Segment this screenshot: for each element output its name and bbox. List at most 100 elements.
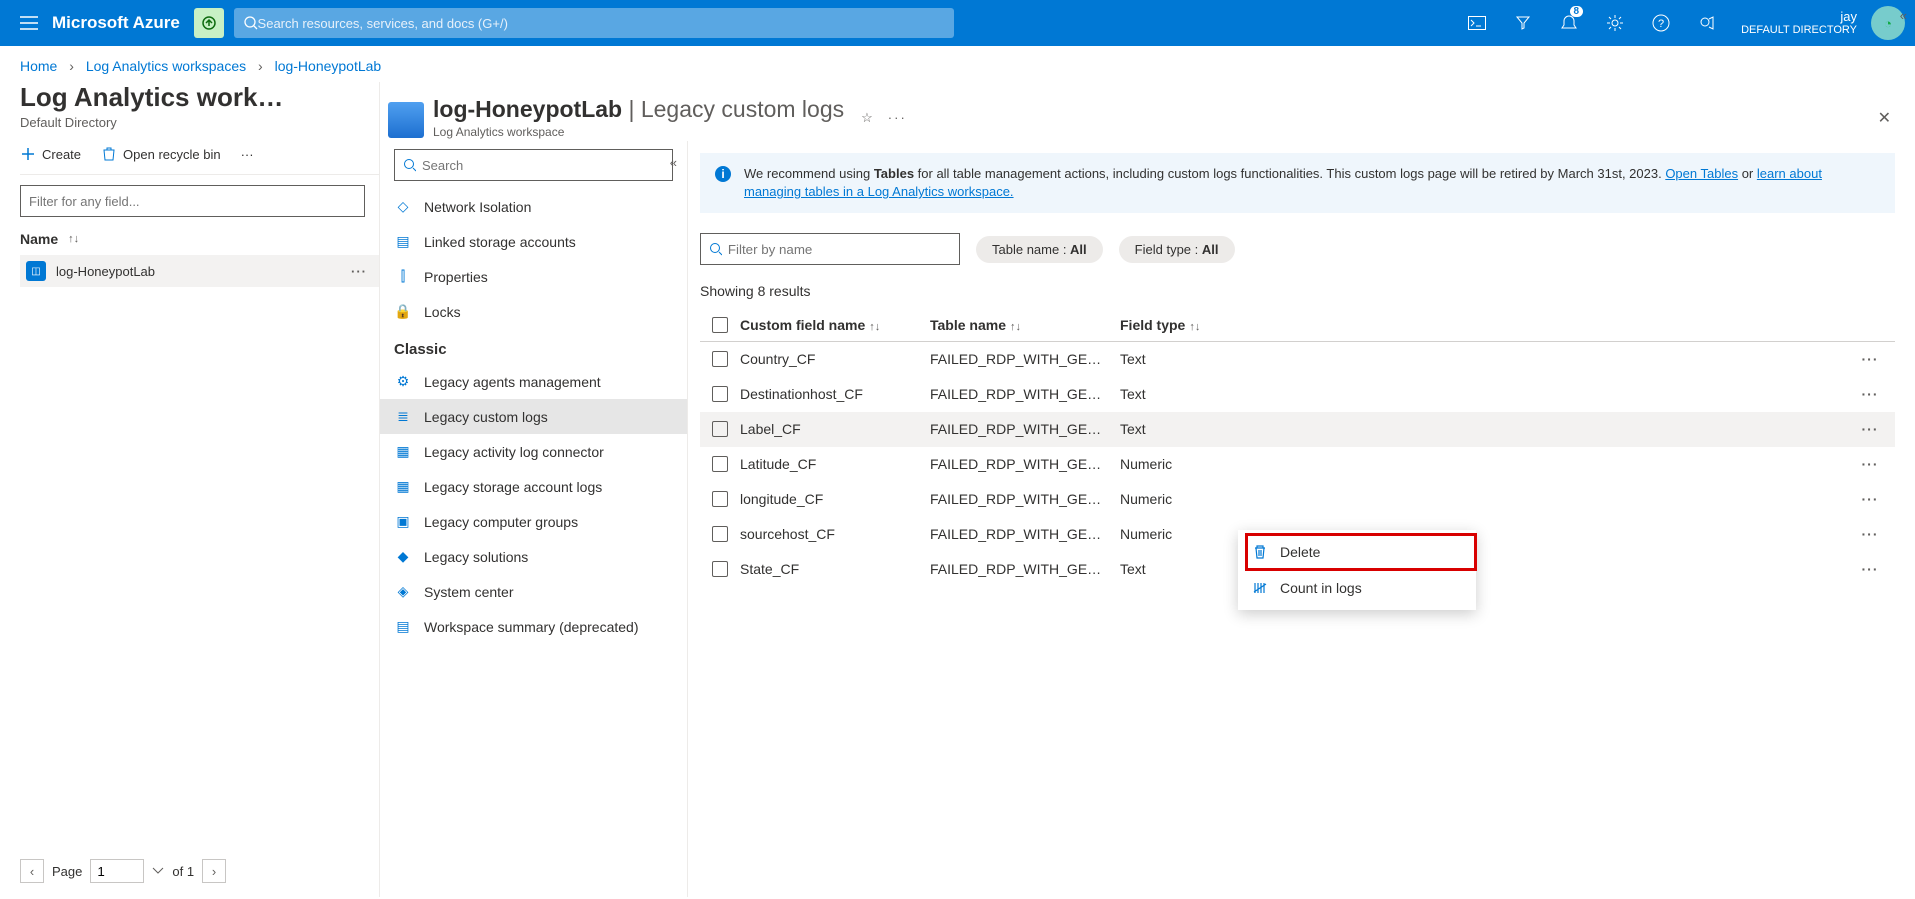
workspace-filter-input[interactable] — [20, 185, 365, 217]
hamburger-icon[interactable] — [10, 16, 48, 30]
username-label: jay — [1840, 10, 1857, 24]
nav-search[interactable] — [394, 149, 673, 181]
help-icon[interactable]: ? — [1641, 0, 1681, 46]
resource-nav-pane: « ◇Network Isolation▤Linked storage acco… — [380, 141, 688, 897]
col-custom-field[interactable]: Custom field name↑↓ — [740, 317, 930, 333]
workspaces-list-pane: Log Analytics work… « Default Directory … — [0, 82, 380, 897]
nav-icon: ▣ — [394, 513, 412, 530]
pager: ‹ Page of 1 › — [20, 845, 379, 897]
top-navbar: Microsoft Azure 8 ? jay DEFAULT DIRECTOR… — [0, 0, 1915, 46]
plus-icon — [20, 146, 36, 162]
breadcrumb-home[interactable]: Home — [20, 58, 57, 74]
account-menu[interactable]: jay DEFAULT DIRECTORY — [1733, 10, 1865, 36]
favorite-icon[interactable]: ☆ — [861, 110, 873, 126]
delete-menu-item[interactable]: Delete — [1238, 534, 1476, 570]
nav-item[interactable]: ▤Workspace summary (deprecated) — [380, 609, 687, 644]
nav-item[interactable]: 🔒Locks — [380, 294, 687, 329]
row-more-button[interactable]: ··· — [1845, 561, 1895, 577]
row-more-button[interactable]: ··· — [1845, 491, 1895, 507]
prev-page-button[interactable]: ‹ — [20, 859, 44, 883]
nav-item[interactable]: ◆Legacy solutions — [380, 539, 687, 574]
row-more-button[interactable]: ··· — [1845, 386, 1895, 402]
workspace-icon: ◫ — [26, 261, 46, 281]
row-checkbox[interactable] — [712, 561, 728, 577]
col-table-name[interactable]: Table name↑↓ — [930, 317, 1120, 333]
resource-type-label: Log Analytics workspace — [433, 125, 844, 139]
content-pane: i We recommend using Tables for all tabl… — [688, 141, 1915, 897]
row-checkbox[interactable] — [712, 386, 728, 402]
table-row[interactable]: Label_CF FAILED_RDP_WITH_GE… Text ··· — [700, 412, 1895, 447]
settings-icon[interactable] — [1595, 0, 1635, 46]
nav-icon: ▦ — [394, 443, 412, 460]
row-more-button[interactable]: ··· — [1845, 526, 1895, 542]
collapse-mid-icon[interactable]: « — [670, 155, 677, 170]
select-all-checkbox[interactable] — [712, 317, 728, 333]
search-icon — [244, 16, 258, 30]
nav-search-input[interactable] — [422, 158, 664, 173]
info-banner: i We recommend using Tables for all tabl… — [700, 153, 1895, 213]
nav-section-classic: Classic — [380, 329, 687, 364]
create-button[interactable]: Create — [20, 146, 81, 162]
nav-icon: ▦ — [394, 478, 412, 495]
table-name-filter[interactable]: Table name : All — [976, 236, 1103, 263]
global-search-input[interactable] — [258, 16, 944, 31]
row-checkbox[interactable] — [712, 526, 728, 542]
table-row[interactable]: Destinationhost_CF FAILED_RDP_WITH_GE… T… — [700, 377, 1895, 412]
table-row[interactable]: Country_CF FAILED_RDP_WITH_GE… Text ··· — [700, 342, 1895, 377]
field-type-filter[interactable]: Field type : All — [1119, 236, 1235, 263]
nav-icon: ▤ — [394, 618, 412, 635]
row-more-button[interactable]: ··· — [1845, 351, 1895, 367]
table-row[interactable]: longitude_CF FAILED_RDP_WITH_GE… Numeric… — [700, 482, 1895, 517]
search-icon — [709, 242, 722, 256]
nav-icon: ◆ — [394, 548, 412, 565]
nav-item[interactable]: ≣Legacy custom logs — [380, 399, 687, 434]
table-row[interactable]: Latitude_CF FAILED_RDP_WITH_GE… Numeric … — [700, 447, 1895, 482]
workspace-item[interactable]: ◫ log-HoneypotLab ··· — [20, 255, 379, 287]
blade-title: | Legacy custom logs — [622, 96, 844, 122]
nav-item[interactable]: ▣Legacy computer groups — [380, 504, 687, 539]
close-icon[interactable]: ✕ — [1878, 108, 1891, 128]
filter-by-name[interactable] — [700, 233, 960, 265]
copilot-icon[interactable] — [194, 8, 224, 38]
page-title: Log Analytics work… — [20, 82, 379, 113]
feedback-icon[interactable] — [1687, 0, 1727, 46]
blade-more-button[interactable]: ··· — [888, 110, 907, 125]
notifications-icon[interactable]: 8 — [1549, 0, 1589, 46]
col-field-type[interactable]: Field type↑↓ — [1120, 317, 1260, 333]
nav-item[interactable]: ▤Linked storage accounts — [380, 224, 687, 259]
name-column-header[interactable]: Name ↑↓ — [20, 231, 379, 247]
open-tables-link[interactable]: Open Tables — [1665, 166, 1738, 181]
breadcrumb-workspaces[interactable]: Log Analytics workspaces — [86, 58, 246, 74]
nav-icon: ≣ — [394, 408, 412, 425]
tally-icon — [1252, 580, 1270, 596]
row-checkbox[interactable] — [712, 351, 728, 367]
page-input[interactable] — [90, 859, 144, 883]
recycle-bin-button[interactable]: Open recycle bin — [101, 146, 221, 162]
nav-item[interactable]: ◇Network Isolation — [380, 189, 687, 224]
filter-by-name-input[interactable] — [728, 242, 951, 257]
resource-icon — [388, 102, 424, 138]
next-page-button[interactable]: › — [202, 859, 226, 883]
brand-label[interactable]: Microsoft Azure — [52, 13, 180, 33]
row-checkbox[interactable] — [712, 456, 728, 472]
nav-item[interactable]: ⚙Legacy agents management — [380, 364, 687, 399]
left-more-button[interactable]: ··· — [241, 147, 254, 162]
nav-item[interactable]: ⫿Properties — [380, 259, 687, 294]
nav-item[interactable]: ▦Legacy activity log connector — [380, 434, 687, 469]
cloudshell-icon[interactable] — [1457, 0, 1497, 46]
collapse-left-icon[interactable]: « — [1900, 8, 1907, 23]
chevron-down-icon[interactable] — [152, 867, 164, 875]
row-more-button[interactable]: ··· — [1845, 456, 1895, 472]
global-search[interactable] — [234, 8, 954, 38]
breadcrumb-current[interactable]: log-HoneypotLab — [275, 58, 382, 74]
workspace-item-more[interactable]: ··· — [351, 264, 373, 279]
row-checkbox[interactable] — [712, 421, 728, 437]
count-in-logs-menu-item[interactable]: Count in logs — [1238, 570, 1476, 606]
row-more-button[interactable]: ··· — [1845, 421, 1895, 437]
nav-item[interactable]: ▦Legacy storage account logs — [380, 469, 687, 504]
filter-icon[interactable] — [1503, 0, 1543, 46]
row-checkbox[interactable] — [712, 491, 728, 507]
workspace-item-label: log-HoneypotLab — [56, 264, 155, 279]
svg-text:i: i — [721, 167, 724, 181]
nav-item[interactable]: ◈System center — [380, 574, 687, 609]
